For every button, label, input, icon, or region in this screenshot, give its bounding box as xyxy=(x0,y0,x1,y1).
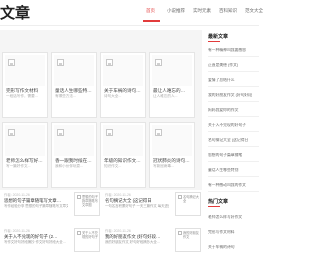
sidebar-divider xyxy=(208,101,259,102)
sidebar-latest-item[interactable]: 思想的句子篇章随笔 xyxy=(208,153,259,158)
list-item-desc: 写作文好句好段摘抄 作文好句好段大全… xyxy=(4,240,66,244)
nav-item-realtime[interactable]: 实时元素 xyxy=(193,8,211,14)
list-item-desc: 一句名言积累好句子 一天三篇作文 每天进步… xyxy=(105,204,169,208)
nav-active-indicator xyxy=(143,20,160,22)
broken-image-icon xyxy=(8,129,15,136)
card-thumbnail[interactable] xyxy=(103,125,143,156)
card-desc: 写新冠病毒... xyxy=(153,164,174,168)
card-desc: 诗句大全... xyxy=(104,94,122,98)
broken-image-icon xyxy=(178,231,182,235)
sidebar: 最新文章 有一种精神叫我要感恩 正直是美德 (作文) 爱情了总结什么 我的好朋友作文 … xyxy=(205,30,259,262)
broken-image-icon xyxy=(155,129,162,136)
sidebar-divider xyxy=(208,116,259,117)
nav-item-encyclopedia[interactable]: 百科知识 xyxy=(219,8,237,14)
article-card[interactable]: 完形写作文材料 一段话写作，需要... xyxy=(2,52,48,118)
broken-image-icon xyxy=(106,129,113,136)
sidebar-hot-item[interactable]: 关于车祸的诗句 xyxy=(208,245,259,250)
list-item-image[interactable]: 名句摘记大全 xyxy=(175,192,201,216)
card-desc: 让人难忘的人... xyxy=(153,94,178,98)
sidebar-latest-item[interactable]: 有一种精神叫我要感恩 xyxy=(208,48,259,53)
sidebar-latest-item[interactable]: 正直是美德 (作文) xyxy=(208,63,259,68)
sidebar-latest-item[interactable]: 我的好朋友作文 (好句好段 xyxy=(208,93,259,98)
broken-image-icon xyxy=(77,231,81,235)
broken-image-icon xyxy=(57,129,64,136)
card-thumbnail[interactable] xyxy=(54,55,94,86)
list-item-meta: 作者: 2020-11-26 xyxy=(105,229,131,233)
article-card[interactable]: 童话人生哪些特… 有哪些方法... xyxy=(51,52,97,118)
broken-image-icon xyxy=(77,195,81,199)
sidebar-latest-item[interactable]: 关于入不兑现的好句子 xyxy=(208,123,259,128)
sidebar-latest-item[interactable]: 名句摘记大全 (这记得日 xyxy=(208,138,259,143)
list-item-meta: 作者: 2020-11-26 xyxy=(105,193,131,197)
sidebar-divider xyxy=(208,71,259,72)
sidebar-latest-item[interactable]: 爱情了总结什么 xyxy=(208,78,259,83)
list-item-desc: 写作经验分享 思想的句子篇章随笔写文章文章素材每天… xyxy=(4,204,68,208)
sidebar-divider xyxy=(208,191,259,192)
list-item[interactable]: 作者: 2020-11-26 关于入不兑现的好句子 (2… 写作文好句好段摘抄 … xyxy=(0,226,100,262)
sidebar-title-underline xyxy=(208,41,220,42)
article-card[interactable]: 老师怎么样写好… 写一篇好作文... xyxy=(2,122,48,188)
sidebar-divider xyxy=(208,176,259,177)
card-thumbnail[interactable] xyxy=(5,125,45,156)
list-item-meta: 作者: 2020-11-26 xyxy=(4,229,30,233)
sidebar-hot-item[interactable]: 老师怎么样写好作文 xyxy=(208,215,259,220)
article-list: 作者: 2020-11-26 思想的句子篇章随笔写文章… 写作经验分享 思想的句… xyxy=(0,190,202,262)
list-item[interactable]: 作者: 2020-11-26 名句摘记大全 (这记得日 一句名言积累好句子 一天… xyxy=(101,190,201,226)
card-desc: 写一篇好作文... xyxy=(6,164,31,168)
card-thumbnail[interactable] xyxy=(103,55,143,86)
list-item-image[interactable]: 关于入不兑现的好句子 xyxy=(74,228,100,252)
broken-image-icon xyxy=(106,59,113,66)
sidebar-divider xyxy=(208,56,259,57)
card-desc: 一段话写作，需要... xyxy=(6,94,38,98)
nav-item-essays[interactable]: 范文大全 xyxy=(245,8,263,14)
sidebar-divider xyxy=(208,131,259,132)
image-alt-text: 思想的句子篇章随笔写文章图 xyxy=(82,195,98,207)
sidebar-hot-item[interactable]: 完形写作文材料 xyxy=(208,230,259,235)
article-card[interactable]: 最让人难忘的… 让人难忘的人... xyxy=(149,52,195,118)
sidebar-latest-title: 最新文章 xyxy=(208,34,229,40)
card-thumbnail[interactable] xyxy=(54,125,94,156)
sidebar-divider xyxy=(208,146,259,147)
list-item[interactable]: 作者: 2020-11-26 思想的句子篇章随笔写文章… 写作经验分享 思想的句… xyxy=(0,190,100,226)
card-thumbnail[interactable] xyxy=(5,55,45,86)
list-item-image[interactable]: 思想的句子篇章随笔写文章图 xyxy=(74,192,100,216)
sidebar-divider xyxy=(208,161,259,162)
list-item[interactable]: 作者: 2020-11-26 我的好朋友作文 (好句好段… 我的好朋友作文 好句… xyxy=(101,226,201,262)
broken-image-icon xyxy=(57,59,64,66)
sidebar-latest-item[interactable]: 童话人生哪些特别 xyxy=(208,168,259,173)
sidebar-latest-item[interactable]: 有一种感动叫我的作文 xyxy=(208,183,259,188)
sidebar-divider xyxy=(208,86,259,87)
image-alt-text: 我的好朋友作文 xyxy=(183,231,199,239)
sidebar-hot-title: 热门文章 xyxy=(208,199,229,205)
main-nav: 首页 小说推荐 实时元素 百科知识 范文大全 xyxy=(0,8,263,20)
article-card[interactable]: 关于车祸的诗句… 诗句大全... xyxy=(100,52,146,118)
broken-image-icon xyxy=(178,195,182,199)
article-card[interactable]: 冠状肺炎的诗句… 写新冠病毒... xyxy=(149,122,195,188)
card-desc: 我和小伙伴玩耍... xyxy=(55,164,84,168)
card-thumbnail[interactable] xyxy=(152,125,192,156)
sidebar-latest-item[interactable]: 妈妈我爱你的作文 xyxy=(208,108,259,113)
site-header: 文章 首页 小说推荐 实时元素 百科知识 范文大全 xyxy=(0,0,263,26)
image-alt-text: 关于入不兑现的好句子 xyxy=(82,231,98,239)
list-item-meta: 作者: 2020-11-26 xyxy=(4,193,30,197)
broken-image-icon xyxy=(155,59,162,66)
list-item-image[interactable]: 我的好朋友作文 xyxy=(175,228,201,252)
sidebar-title-underline xyxy=(208,206,220,207)
card-thumbnail[interactable] xyxy=(152,55,192,86)
nav-item-home[interactable]: 首页 xyxy=(146,8,155,14)
card-desc: 有哪些方法... xyxy=(55,94,76,98)
list-item-desc: 我的好朋友作文 好句好段摘抄大全… xyxy=(105,240,161,244)
article-card[interactable]: 香一跟我时候在… 我和小伙伴玩耍... xyxy=(51,122,97,188)
broken-image-icon xyxy=(8,59,15,66)
article-card[interactable]: 年级的知识作文… 知识作文... xyxy=(100,122,146,188)
nav-item-novels[interactable]: 小说推荐 xyxy=(167,8,185,14)
card-desc: 知识作文... xyxy=(104,164,122,168)
image-alt-text: 名句摘记大全 xyxy=(183,195,199,203)
